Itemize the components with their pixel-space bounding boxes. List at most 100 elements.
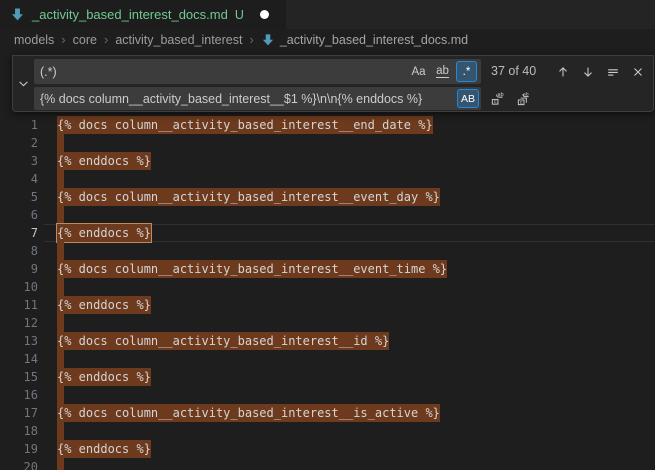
match-highlight: {% enddocs %} [57, 152, 151, 170]
code-line: 6 [0, 206, 655, 224]
line-content[interactable]: {% docs column__activity_based_interest_… [57, 332, 389, 350]
regex-toggle[interactable]: .* [456, 61, 477, 82]
find-widget: Aa ab .* 37 of 40 [12, 55, 654, 112]
code-line: 18 [0, 422, 655, 440]
whole-word-toggle[interactable]: ab [432, 61, 453, 82]
git-status-badge: U [235, 8, 244, 22]
code-line: 12 [0, 314, 655, 332]
line-number[interactable]: 6 [0, 206, 38, 224]
code-lines: 1 {% docs column__activity_based_interes… [0, 116, 655, 470]
chevron-right-icon: › [249, 32, 253, 47]
line-number[interactable]: 7 [0, 224, 38, 242]
line-content[interactable] [57, 206, 64, 224]
line-content[interactable]: {% docs column__activity_based_interest_… [57, 404, 440, 422]
match-highlight: {% enddocs %} [57, 440, 151, 458]
code-line: 15 {% enddocs %} [0, 368, 655, 386]
line-number[interactable]: 20 [0, 458, 38, 470]
line-number[interactable]: 4 [0, 170, 38, 188]
match-highlight: {% enddocs %} [57, 224, 151, 242]
line-content[interactable] [57, 350, 64, 368]
close-find-widget-button[interactable] [627, 61, 648, 82]
preserve-case-toggle[interactable]: AB [457, 89, 479, 108]
line-content[interactable]: {% docs column__activity_based_interest_… [57, 260, 447, 278]
line-number[interactable]: 19 [0, 440, 38, 458]
line-content[interactable]: {% docs column__activity_based_interest_… [57, 116, 433, 134]
match-highlight: {% docs column__activity_based_interest_… [57, 188, 440, 206]
editor[interactable]: 1 {% docs column__activity_based_interes… [0, 50, 655, 470]
replace-input[interactable] [34, 87, 481, 110]
match-highlight: {% enddocs %} [57, 368, 151, 386]
code-line: 17 {% docs column__activity_based_intere… [0, 404, 655, 422]
line-content[interactable]: {% docs column__activity_based_interest_… [57, 188, 440, 206]
line-number[interactable]: 16 [0, 386, 38, 404]
code-line: 20 [0, 458, 655, 470]
match-highlight [57, 242, 64, 260]
breadcrumb-item-file[interactable]: _activity_based_interest_docs.md [261, 33, 468, 47]
replace-all-button[interactable]: ab c [513, 88, 534, 109]
line-content[interactable] [57, 170, 64, 188]
line-number[interactable]: 10 [0, 278, 38, 296]
breadcrumb-item-activity-based-interest[interactable]: activity_based_interest [115, 33, 242, 47]
tab-activity-based-interest-docs[interactable]: _activity_based_interest_docs.md U [0, 0, 286, 29]
line-content[interactable]: {% enddocs %} [57, 152, 151, 170]
line-number[interactable]: 9 [0, 260, 38, 278]
arrow-up-icon [556, 65, 570, 79]
line-content[interactable]: {% enddocs %} [57, 440, 151, 458]
line-content[interactable] [57, 422, 64, 440]
match-case-toggle[interactable]: Aa [408, 61, 429, 82]
line-number[interactable]: 14 [0, 350, 38, 368]
line-number[interactable]: 1 [0, 116, 38, 134]
markdown-file-icon [10, 7, 25, 22]
find-in-selection-icon [606, 65, 620, 79]
match-highlight [57, 278, 64, 296]
code-line: 3 {% enddocs %} [0, 152, 655, 170]
replace-button[interactable]: ab c [487, 88, 508, 109]
find-in-selection-button[interactable] [602, 61, 623, 82]
line-content[interactable] [57, 242, 64, 260]
line-number[interactable]: 17 [0, 404, 38, 422]
vscode-window: _activity_based_interest_docs.md U model… [0, 0, 655, 470]
line-number[interactable]: 2 [0, 134, 38, 152]
line-number[interactable]: 18 [0, 422, 38, 440]
results-count: 37 of 40 [491, 59, 536, 84]
line-number[interactable]: 12 [0, 314, 38, 332]
match-highlight [57, 386, 64, 404]
next-match-button[interactable] [577, 61, 598, 82]
code-line: 14 [0, 350, 655, 368]
match-highlight [57, 170, 64, 188]
line-content[interactable] [57, 314, 64, 332]
tab-bar: _activity_based_interest_docs.md U [0, 0, 655, 29]
match-highlight: {% docs column__activity_based_interest_… [57, 404, 440, 422]
close-icon [631, 65, 645, 79]
breadcrumb-item-models[interactable]: models [14, 33, 54, 47]
line-number[interactable]: 11 [0, 296, 38, 314]
code-line: 1 {% docs column__activity_based_interes… [0, 116, 655, 134]
toggle-replace-button[interactable] [13, 56, 33, 111]
code-line: 9 {% docs column__activity_based_interes… [0, 260, 655, 278]
line-number[interactable]: 8 [0, 242, 38, 260]
breadcrumb-item-core[interactable]: core [73, 33, 97, 47]
replace-all-icon: ab c [516, 91, 531, 106]
line-content[interactable] [57, 386, 64, 404]
line-number[interactable]: 15 [0, 368, 38, 386]
line-content[interactable] [57, 458, 64, 470]
match-highlight: {% docs column__activity_based_interest_… [57, 116, 433, 134]
line-number[interactable]: 5 [0, 188, 38, 206]
line-number[interactable]: 3 [0, 152, 38, 170]
line-number[interactable]: 13 [0, 332, 38, 350]
match-highlight [57, 206, 64, 224]
svg-text:c: c [494, 99, 497, 105]
line-content[interactable] [57, 134, 64, 152]
line-content[interactable]: {% enddocs %} [57, 224, 151, 242]
match-highlight [57, 422, 64, 440]
line-content[interactable]: {% enddocs %} [57, 368, 151, 386]
code-line: 10 [0, 278, 655, 296]
regex-label: .* [463, 66, 471, 78]
breadcrumb: models › core › activity_based_interest … [0, 29, 655, 50]
line-content[interactable] [57, 278, 64, 296]
modified-dot-icon[interactable] [260, 10, 269, 19]
line-content[interactable]: {% enddocs %} [57, 296, 151, 314]
previous-match-button[interactable] [552, 61, 573, 82]
breadcrumb-file-label: _activity_based_interest_docs.md [280, 33, 468, 47]
chevron-down-icon [17, 77, 30, 90]
